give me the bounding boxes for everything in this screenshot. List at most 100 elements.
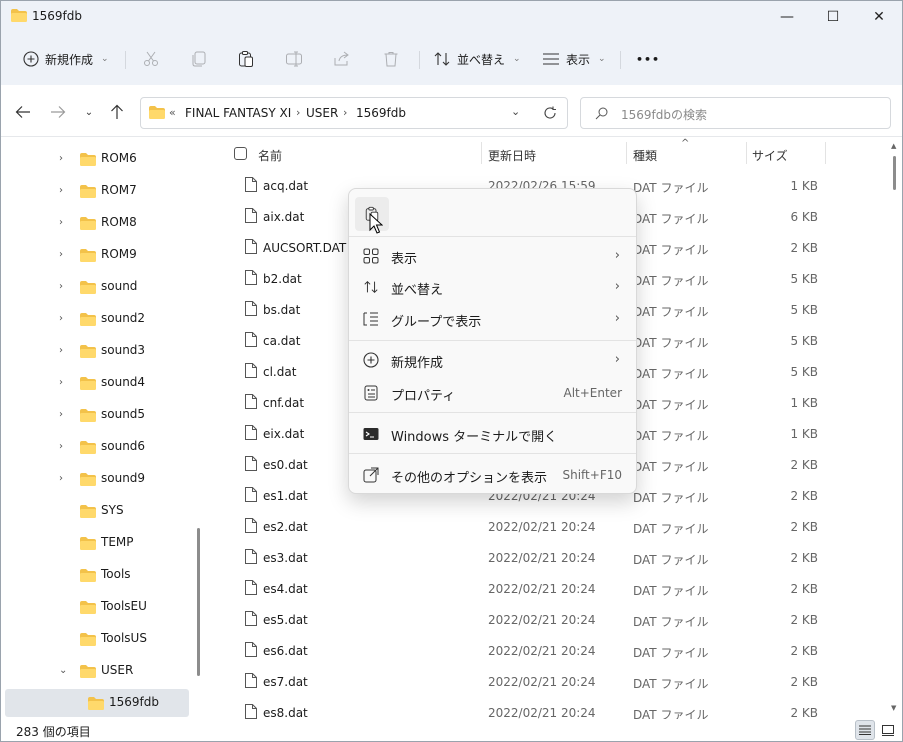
scroll-thumb[interactable] <box>893 156 896 190</box>
details-view-button[interactable] <box>855 720 875 740</box>
list-view-icon <box>543 53 559 65</box>
rename-icon <box>286 51 302 67</box>
tree-item[interactable]: › sound5 <box>1 401 189 429</box>
file-row[interactable]: es8.dat 2022/02/21 20:24 DAT ファイル 2 KB <box>206 697 888 719</box>
navigation-pane[interactable]: › ROM6 › ROM7 › ROM8 › ROM9 › sound › sound2 › sound3… <box>1 138 201 719</box>
refresh-icon[interactable] <box>543 106 557 120</box>
tree-item[interactable]: › sound2 <box>1 305 189 333</box>
tree-item[interactable]: SYS <box>1 497 189 525</box>
breadcrumb-final-fantasy-xi[interactable]: FINAL FANTASY XI <box>185 106 291 120</box>
chevron-down-icon[interactable]: ⌄ <box>59 665 67 676</box>
folder-icon <box>88 697 104 710</box>
column-header-name[interactable]: 名前 <box>258 147 282 171</box>
column-divider[interactable] <box>626 142 627 164</box>
title-bar[interactable]: 1569fdb — ☐ ✕ <box>1 1 902 33</box>
chevron-right-icon[interactable]: › <box>59 217 63 228</box>
file-list-scrollbar[interactable]: ▲ ▼ <box>888 138 902 719</box>
chevron-right-icon[interactable]: › <box>59 313 63 324</box>
address-bar[interactable]: « FINAL FANTASY XI › USER › 1569fdb ⌄ <box>140 97 568 129</box>
share-button[interactable] <box>333 45 351 73</box>
chevron-right-icon[interactable]: › <box>59 153 63 164</box>
folder-icon <box>80 185 96 198</box>
menu-item-new[interactable]: 新規作成 › <box>353 345 634 375</box>
tree-item[interactable]: ToolsEU <box>1 593 189 621</box>
tree-item[interactable]: › sound <box>1 273 189 301</box>
breadcrumb-overflow[interactable]: « <box>169 106 176 119</box>
up-button[interactable] <box>107 103 127 121</box>
tree-item[interactable]: › ROM9 <box>1 241 189 269</box>
chevron-right-icon[interactable]: › <box>59 249 63 260</box>
column-header-date[interactable]: 更新日時 <box>488 147 536 171</box>
file-row[interactable]: es4.dat 2022/02/21 20:24 DAT ファイル 2 KB <box>206 573 888 604</box>
menu-item-group-by[interactable]: グループで表示 › <box>353 304 634 334</box>
grid-icon <box>363 248 379 264</box>
chevron-right-icon[interactable]: › <box>59 281 63 292</box>
tree-item[interactable]: › sound4 <box>1 369 189 397</box>
copy-button[interactable] <box>190 45 208 73</box>
menu-item-view[interactable]: 表示 › <box>353 241 634 271</box>
file-row[interactable]: es2.dat 2022/02/21 20:24 DAT ファイル 2 KB <box>206 511 888 542</box>
scroll-up-arrow-icon[interactable]: ▲ <box>891 142 896 150</box>
file-type: DAT ファイル <box>633 336 709 350</box>
column-divider[interactable] <box>746 142 747 164</box>
address-history-dropdown[interactable]: ⌄ <box>511 105 520 118</box>
more-options-button[interactable]: ••• <box>636 45 660 73</box>
breadcrumb-user[interactable]: USER <box>306 106 338 120</box>
tree-item[interactable]: 1569fdb <box>5 689 189 717</box>
chevron-right-icon[interactable]: › <box>59 409 63 420</box>
tree-item[interactable]: › ROM6 <box>1 145 189 173</box>
menu-item-show-more-options[interactable]: その他のオプションを表示 Shift+F10 <box>353 460 634 490</box>
file-row[interactable]: es3.dat 2022/02/21 20:24 DAT ファイル 2 KB <box>206 542 888 573</box>
menu-item-properties[interactable]: プロパティ Alt+Enter <box>353 378 634 408</box>
view-button[interactable]: 表示 ⌄ <box>542 45 606 73</box>
new-button[interactable]: 新規作成 ⌄ <box>23 45 109 73</box>
tree-item[interactable]: Tools <box>1 561 189 589</box>
chevron-right-icon[interactable]: › <box>59 473 63 484</box>
navigation-scrollbar[interactable] <box>197 528 200 676</box>
tree-item[interactable]: ToolsUS <box>1 625 189 653</box>
chevron-right-icon[interactable]: › <box>59 345 63 356</box>
recent-locations-button[interactable]: ⌄ <box>79 103 99 121</box>
delete-button[interactable] <box>382 45 400 73</box>
cut-button[interactable] <box>142 45 160 73</box>
maximize-button[interactable]: ☐ <box>810 1 856 33</box>
minimize-button[interactable]: — <box>764 1 810 33</box>
tree-item[interactable]: ⌄ USER <box>1 657 189 685</box>
tree-item[interactable]: TEMP <box>1 529 189 557</box>
file-row[interactable]: es6.dat 2022/02/21 20:24 DAT ファイル 2 KB <box>206 635 888 666</box>
back-button[interactable] <box>13 103 33 121</box>
tree-item[interactable]: › ROM8 <box>1 209 189 237</box>
menu-item-sort[interactable]: 並べ替え › <box>353 272 634 302</box>
column-header-size[interactable]: サイズ <box>752 147 788 171</box>
breadcrumb-separator[interactable]: › <box>343 106 347 119</box>
chevron-right-icon[interactable]: › <box>59 377 63 388</box>
file-name: es4.dat <box>263 582 308 596</box>
chevron-right-icon[interactable]: › <box>59 441 63 452</box>
breadcrumb-separator[interactable]: › <box>296 106 300 119</box>
search-box[interactable]: 1569fdbの検索 <box>580 97 891 129</box>
file-icon <box>245 363 257 378</box>
select-all-checkbox[interactable] <box>234 147 247 160</box>
tiles-view-button[interactable] <box>878 720 898 740</box>
sort-button[interactable]: 並べ替え ⌄ <box>433 45 521 73</box>
chevron-right-icon[interactable]: › <box>59 185 63 196</box>
column-divider[interactable] <box>481 142 482 164</box>
column-header-type[interactable]: 種類 <box>633 147 657 171</box>
file-date: 2022/02/21 20:24 <box>488 675 596 689</box>
tree-item[interactable]: › sound9 <box>1 465 189 493</box>
paste-button[interactable] <box>237 45 255 73</box>
scroll-down-arrow-icon[interactable]: ▼ <box>891 704 896 712</box>
rename-button[interactable] <box>285 45 303 73</box>
file-date: 2022/02/21 20:24 <box>488 644 596 658</box>
tree-item[interactable]: › sound6 <box>1 433 189 461</box>
tree-item[interactable]: › ROM7 <box>1 177 189 205</box>
forward-button[interactable] <box>48 103 68 121</box>
external-open-icon <box>363 467 379 483</box>
file-row[interactable]: es7.dat 2022/02/21 20:24 DAT ファイル 2 KB <box>206 666 888 697</box>
tree-item[interactable]: › sound3 <box>1 337 189 365</box>
file-row[interactable]: es5.dat 2022/02/21 20:24 DAT ファイル 2 KB <box>206 604 888 635</box>
close-button[interactable]: ✕ <box>856 1 902 33</box>
menu-item-open-terminal[interactable]: Windows ターミナルで開く <box>353 419 634 449</box>
breadcrumb-1569fdb[interactable]: 1569fdb <box>356 106 406 120</box>
column-divider[interactable] <box>825 142 826 164</box>
